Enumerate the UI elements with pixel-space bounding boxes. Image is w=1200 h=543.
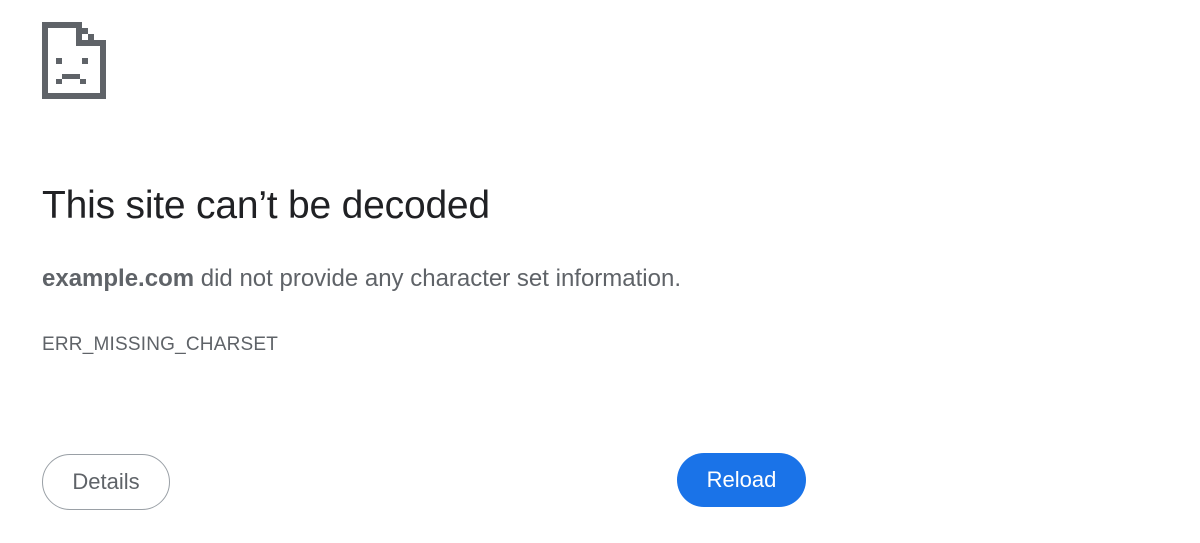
reload-button[interactable]: Reload [677, 453, 806, 507]
details-button[interactable]: Details [42, 454, 170, 510]
error-summary-text: did not provide any character set inform… [194, 265, 682, 292]
error-summary: example.com did not provide any characte… [42, 265, 681, 293]
page-title: This site can’t be decoded [42, 184, 490, 227]
error-page: This site can’t be decoded example.com d… [0, 0, 1200, 543]
error-code: ERR_MISSING_CHARSET [42, 334, 279, 355]
error-host: example.com [42, 265, 195, 292]
sad-file-icon [42, 22, 106, 99]
